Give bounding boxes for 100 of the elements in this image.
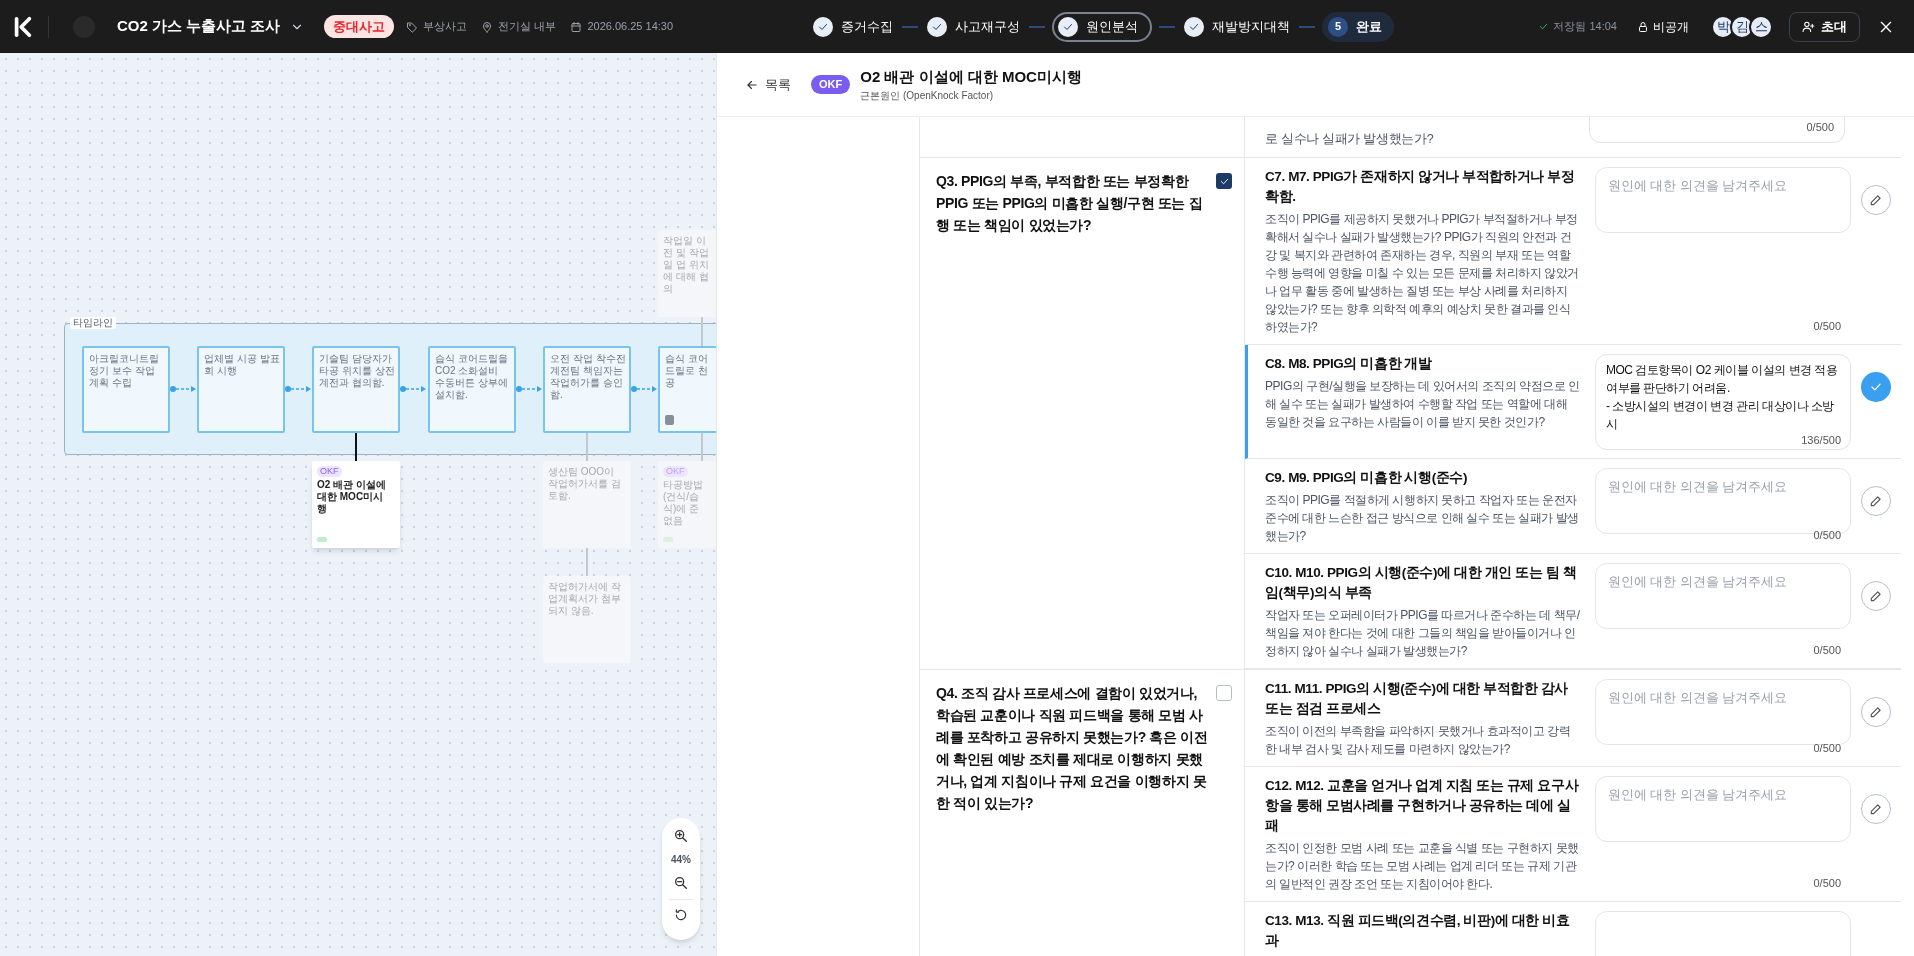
- user-avatar: 스: [1749, 14, 1773, 39]
- question-text: Q3. PPIG의 부족, 부적합한 또는 부정확한 PPIG 또는 PPIG의 미흡한 실행/구현 또는 집행 또는 책임이 있었는가?: [936, 172, 1204, 235]
- dashed-arrow: [400, 386, 426, 392]
- timeline-node[interactable]: 아크릴코니트릴 정기 보수 작업 계획 수립: [82, 346, 170, 433]
- node-text: 아크릴코니트릴 정기 보수 작업 계획 수립: [89, 353, 160, 389]
- timeline-node[interactable]: 습식 코어드릴을 CO2 소화설비 수동버튼 상부에 설치함.: [428, 346, 516, 433]
- severity-badge: 중대사고: [324, 14, 395, 39]
- timeline-node[interactable]: 기술팀 담당자가 타공 위치를 상전계전과 협의함.: [312, 346, 400, 433]
- panel-title: O2 배관 이설에 대한 MOC미시행: [860, 66, 1082, 87]
- criterion-title: C7. M7. PPIG가 존재하지 않거나 부적합하거나 부정확함.: [1265, 168, 1576, 206]
- logo-icon: [12, 15, 34, 38]
- lock-icon: [1637, 20, 1649, 33]
- char-count: 0/500: [1813, 644, 1841, 657]
- back-button[interactable]: 목록: [745, 74, 791, 95]
- meta-text: 2026.06.25 14:30: [587, 19, 674, 35]
- meta-text: 부상사고: [423, 19, 468, 35]
- node-text: 업체별 시공 발표회 시행: [204, 353, 280, 377]
- node-text: 기술팀 담당자가 타공 위치를 상전계전과 협의함.: [319, 353, 395, 389]
- connector-line: [355, 433, 357, 461]
- dashed-arrow: [516, 386, 542, 392]
- okf-badge: OKF: [811, 75, 851, 94]
- connector-line: [701, 317, 703, 346]
- criterion-description: 조직이 PPIG를 적절하게 시행하지 못하고 작업자 또는 운전자 준수에 대한 느슨한 접근 방식으로 인해 실수 또는 실패가 발생했는가?: [1265, 492, 1580, 545]
- criterion-row[interactable]: C10. M10. PPIG의 시행(준수)에 대한 개인 또는 팀 책임(책무)의식 부족 작업자 또는 오퍼레이터가 PPIG를 따르거나 준수하는 데 책무/책임을 져야 한다는 것에 대한 그들의 책임을 받아들이거나 인정하지 않아 실수나 실패가 발생했는가? 원인에 대한 의견을 남겨주세요 0/500: [1245, 554, 1901, 669]
- step-tab[interactable]: 5 완료: [1322, 11, 1395, 42]
- pencil-icon: [1869, 802, 1883, 816]
- node-text: 습식 코어드릴로 천공: [665, 353, 709, 389]
- check-icon: [1538, 21, 1550, 32]
- question-checkbox[interactable]: [1216, 173, 1232, 189]
- criterion-row[interactable]: C9. M9. PPIG의 미흡한 시행(준수) 조직이 PPIG를 적절하게 시행하지 못하고 작업자 또는 운전자 준수에 대한 느슨한 접근 방식으로 인해 실수 또는 실패가 발생했는가? 원인에 대한 의견을 남겨주세요 0/500: [1245, 459, 1901, 554]
- cause-card[interactable]: OKF O2 배관 이설에 대한 MOC미시행: [312, 461, 400, 548]
- invite-button[interactable]: 초대: [1789, 11, 1860, 42]
- card-text: 타공방법(건식/습식)에 준 없음: [663, 479, 704, 527]
- zoom-in-icon: [673, 828, 689, 844]
- card-text: 작업허가서에 작업계획서가 첨부되지 않음.: [548, 581, 622, 617]
- location-pin-icon: [481, 20, 494, 33]
- group-label: 타임라인: [70, 317, 116, 329]
- comment-field[interactable]: 원인에 대한 의견을 남겨주세요: [1595, 563, 1851, 629]
- node-text: 습식 코어드릴을 CO2 소화설비 수동버튼 상부에 설치함.: [435, 353, 509, 401]
- dashed-arrow: [170, 386, 196, 392]
- zoom-out-icon: [673, 875, 689, 891]
- criterion-row[interactable]: C8. M8. PPIG의 미흡한 개발 PPIG의 구현/실행을 보장하는 데 있어서의 조직의 약점으로 인해 실수 또는 실패가 발생하여 수행할 작업 또는 역할에 대해 동일한 것을 요구하는 사람들이 이를 받지 못한 것인가? MOC 검토항목이 O2 케이블 이설의 변경 적용여부를 판단하기 어려움. - 소방시설의 변경이 변경 관리 대상이나 소방 시 136/500: [1245, 345, 1901, 459]
- criterion-description: 로 실수나 실패가 발생했는가?: [1265, 131, 1434, 149]
- okf-badge: OKF: [317, 466, 342, 477]
- pencil-icon: [1869, 589, 1883, 603]
- zoom-in-button[interactable]: [673, 828, 689, 844]
- card-text: 작업일 이전 및 작업일 업 위치에 대해 협의: [663, 235, 709, 295]
- question-checkbox[interactable]: [1216, 685, 1232, 701]
- reset-icon: [674, 908, 688, 922]
- zoom-out-button[interactable]: [673, 875, 689, 891]
- criterion-description: 조직이 이전의 부족함을 파악하지 못했거나 효과적이고 강력한 내부 검사 및 감사 제도를 마련하지 않았는가?: [1265, 723, 1572, 758]
- criterion-title: C9. M9. PPIG의 미흡한 시행(준수): [1265, 469, 1469, 487]
- criterion-row[interactable]: C13. M13. 직원 피드백(의견수렴, 비판)에 대한 비효과: [1245, 902, 1901, 956]
- criterion-description: 조직이 인정한 모범 사례 또는 교훈을 식별 또는 구현하지 못했는가? 이러한 학습 또는 모범 사례는 업계 리더 또는 규제 기관의 일반적인 권장 조언 또는 지침이어야 한다.: [1265, 840, 1580, 893]
- criterion-description: PPIG의 구현/실행을 보장하는 데 있어서의 조직의 약점으로 인해 실수 또는 실패가 발생하여 수행할 작업 또는 역할에 대해 동일한 것을 요구하는 사람들이 이를 받지 못한 것인가?: [1265, 378, 1581, 431]
- connector-line: [586, 548, 588, 576]
- timeline-node[interactable]: 습식 코어드릴로 천공: [658, 346, 716, 433]
- criterion-description: 조직이 PPIG를 제공하지 못했거나 PPIG가 부적절하거나 부정확해서 실수나 실패가 발생했는가? PPIG가 직원의 안전과 건강 및 복지와 관련하여 존재하는 경우, 직원의 부재 또는 역할 수행 능력에 영향을 미칠 수 있는 모든 문제를 처리하지 않았거나 업무 활동 중에 발생하는 질병 또는 부상 사례를 처리하지 않았는가? 또는 향후 의학적 예후의 예상치 못한 결과를 인식하였는가?: [1265, 211, 1580, 336]
- meta-text: 전기실 내부: [498, 19, 557, 35]
- zoom-level: 44%: [671, 853, 691, 867]
- pencil-icon: [1869, 494, 1883, 508]
- calendar-icon: [570, 20, 583, 33]
- status-tag: [317, 537, 327, 542]
- pencil-icon: [1869, 193, 1883, 207]
- criterion-row[interactable]: C12. M12. 교훈을 얻거나 업계 지침 또는 규제 요구사항을 통해 모범사례를 구현하거나 공유하는 데에 실패 조직이 인정한 모범 사례 또는 교훈을 식별 또는 구현하지 못했는가? 이러한 학습 또는 모범 사례는 업계 리더 또는 규제 기관의 일반적인 권장 조언 또는 지침이어야 한다. 원인에 대한 의견을 남겨주세요 0/500: [1245, 767, 1901, 902]
- tag-icon: [406, 20, 419, 33]
- add-user-icon: [1802, 20, 1815, 33]
- dashed-arrow: [285, 386, 311, 392]
- step-number: 5: [1328, 16, 1349, 37]
- char-count: 136/500: [1801, 434, 1841, 447]
- step-tab[interactable]: 재발방지대책: [1182, 11, 1293, 42]
- char-count: 0/500: [1806, 120, 1834, 135]
- char-count: 0/500: [1813, 320, 1841, 333]
- step-tab[interactable]: 사고재구성: [925, 11, 1023, 42]
- save-status: 저장됨 14:04: [1553, 19, 1617, 35]
- user-avatar: 박: [1711, 14, 1735, 39]
- criterion-row[interactable]: C11. M11. PPIG의 시행(준수)에 대한 부적합한 감사 또는 점검 프로세스 조직이 이전의 부족함을 파악하지 못했거나 효과적이고 강력한 내부 검사 및 감사 제도를 마련하지 않았는가? 원인에 대한 의견을 남겨주세요 0/500: [1245, 670, 1901, 767]
- criterion-description: 작업자 또는 오퍼레이터가 PPIG를 따르거나 준수하는 데 책무/책임을 져야 한다는 것에 대한 그들의 책임을 받아들이거나 인정하지 않아 실수나 실패가 발생했는가?: [1265, 607, 1581, 660]
- card-text: 생산팀 OOO이 작업허가서를 검토함.: [548, 466, 622, 502]
- save-button[interactable]: [1861, 372, 1891, 402]
- comment-field[interactable]: 원인에 대한 의견을 남겨주세요: [1595, 679, 1851, 745]
- panel-subtitle: 근본원인 (OpenKnock Factor): [860, 89, 995, 104]
- reset-button[interactable]: [674, 908, 688, 922]
- visibility-button[interactable]: 비공개: [1631, 13, 1695, 40]
- step-tab[interactable]: 원인분석: [1052, 11, 1153, 42]
- okf-badge: OKF: [663, 466, 688, 477]
- comment-field[interactable]: 원인에 대한 의견을 남겨주세요: [1595, 776, 1851, 842]
- step-tab[interactable]: 증거수집: [811, 11, 896, 42]
- connector-line: [586, 433, 588, 461]
- criterion-title: C8. M8. PPIG의 미흡한 개발: [1265, 355, 1433, 373]
- timeline-node[interactable]: 업체별 시공 발표회 시행: [197, 346, 285, 433]
- project-title-dropdown[interactable]: CO2 가스 누출사고 조사: [117, 15, 305, 38]
- user-avatar: 김: [1730, 14, 1754, 39]
- card-text: O2 배관 이설에 대한 MOC미시행: [317, 479, 387, 515]
- status-tag: [663, 537, 673, 542]
- comment-field[interactable]: 원인에 대한 의견을 남겨주세요: [1595, 167, 1851, 233]
- dashed-arrow: [631, 386, 657, 392]
- criterion-title: C10. M10. PPIG의 시행(준수)에 대한 개인 또는 팀 책임(책무)의식 부족: [1265, 564, 1578, 602]
- timeline-node[interactable]: 오전 작업 착수전 계전팀 책임자는 작업허가를 승인함.: [543, 346, 631, 433]
- node-text: 오전 작업 착수전 계전팀 책임자는 작업허가를 승인함.: [550, 353, 626, 401]
